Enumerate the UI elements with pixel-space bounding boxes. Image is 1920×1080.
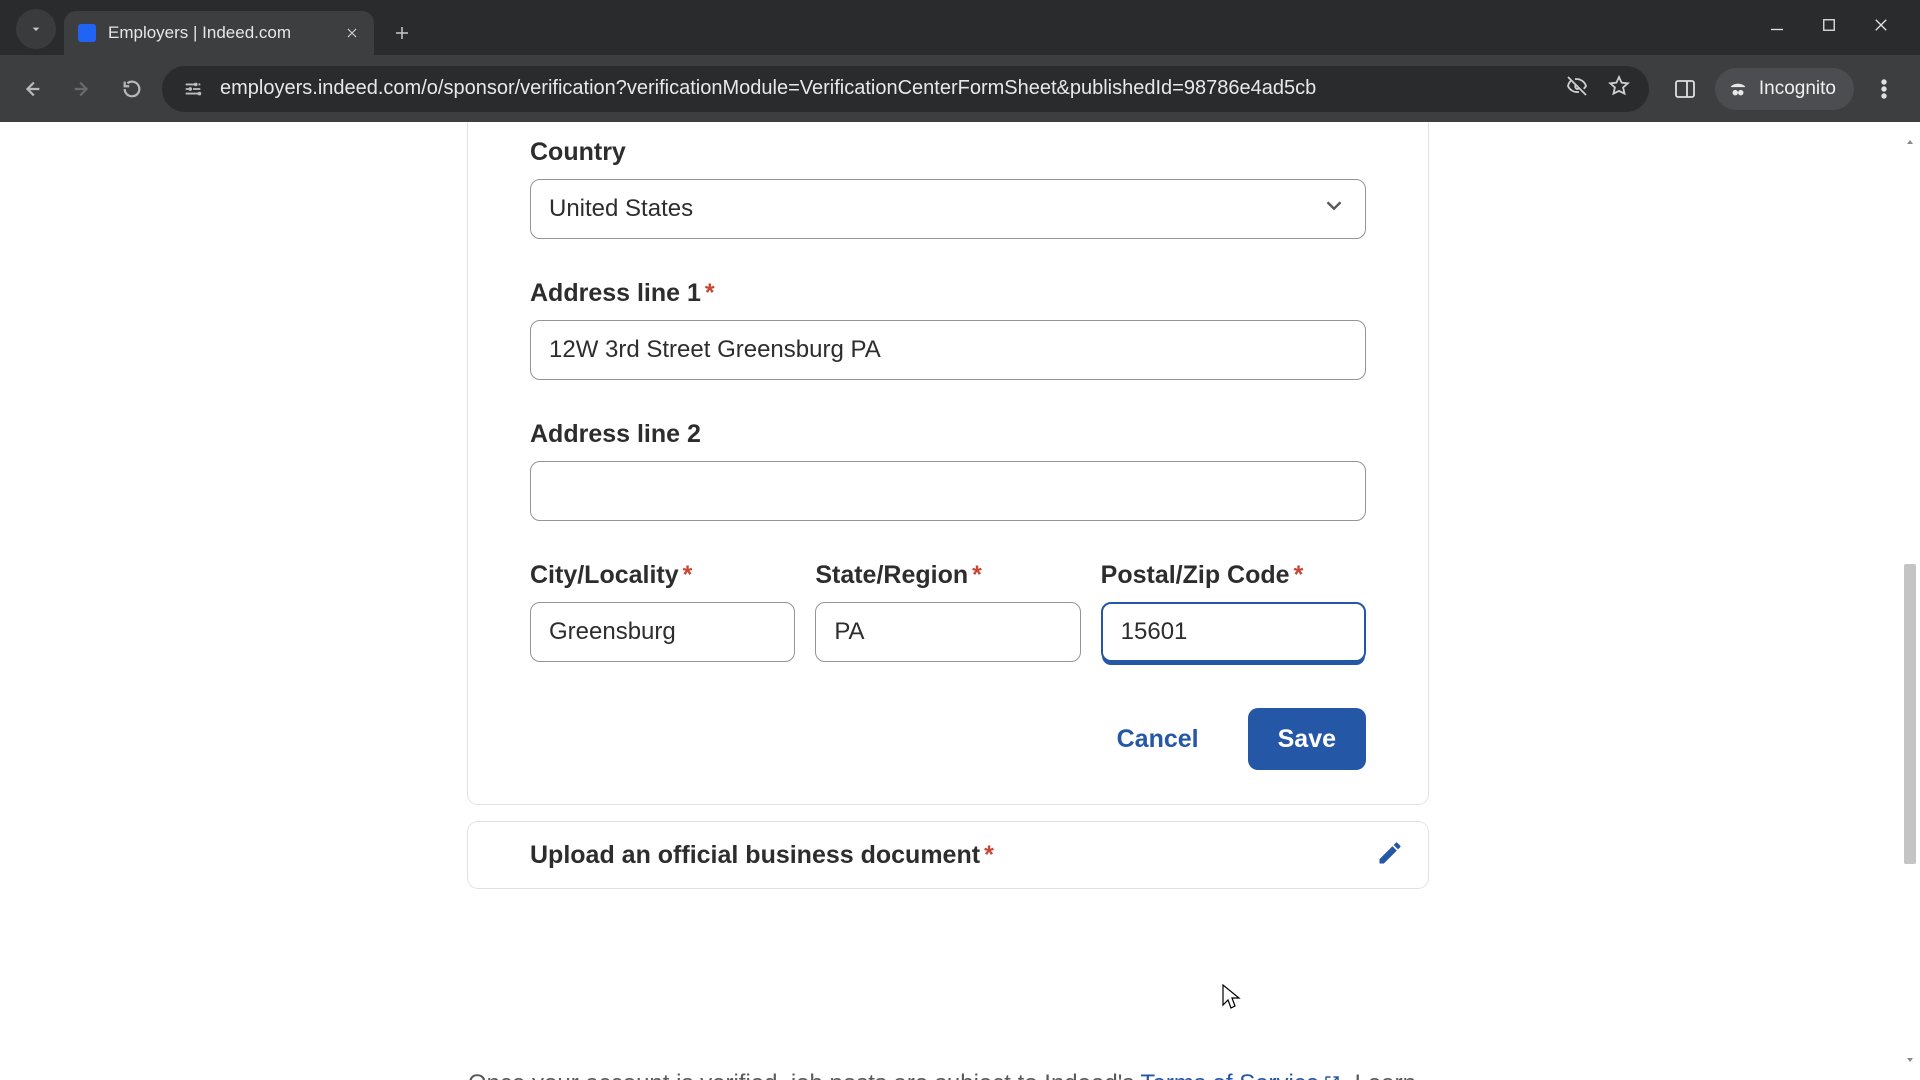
incognito-indicator[interactable]: Incognito	[1715, 68, 1854, 110]
incognito-label: Incognito	[1759, 78, 1836, 100]
address1-input-wrap	[530, 320, 1366, 380]
state-label: State/Region*	[815, 561, 1080, 590]
address2-input[interactable]	[549, 462, 1347, 520]
form-actions: Cancel Save	[530, 708, 1366, 770]
city-input-wrap	[530, 602, 795, 662]
favicon-icon	[78, 24, 96, 42]
country-field: Country United States	[530, 138, 1366, 239]
back-button[interactable]	[12, 69, 52, 109]
arrow-left-icon	[21, 78, 43, 100]
country-label: Country	[530, 138, 1366, 167]
address1-field: Address line 1*	[530, 279, 1366, 380]
scroll-up-icon[interactable]	[1902, 134, 1918, 150]
bookmark-button[interactable]	[1607, 74, 1631, 104]
reload-button[interactable]	[112, 69, 152, 109]
address2-input-wrap	[530, 461, 1366, 521]
reload-icon	[121, 78, 143, 100]
address2-label: Address line 2	[530, 420, 1366, 449]
chevron-down-icon	[28, 21, 44, 37]
browser-menu-button[interactable]	[1866, 71, 1902, 107]
postal-input-wrap	[1101, 602, 1366, 662]
tab-close-button[interactable]	[344, 25, 360, 41]
toolbar: employers.indeed.com/o/sponsor/verificat…	[0, 55, 1920, 122]
cancel-button[interactable]: Cancel	[1086, 708, 1230, 770]
tune-icon	[182, 78, 204, 100]
star-icon	[1607, 74, 1631, 98]
arrow-right-icon	[71, 78, 93, 100]
page-viewport: Country United States Address line 1* Ad…	[0, 122, 1920, 1080]
save-button[interactable]: Save	[1248, 708, 1366, 770]
kebab-icon	[1872, 77, 1896, 101]
external-link-icon	[1319, 1070, 1341, 1080]
postal-label: Postal/Zip Code*	[1101, 561, 1366, 590]
city-state-zip-row: City/Locality* State/Region* Postal/Zip …	[530, 561, 1366, 662]
eye-off-icon[interactable]	[1565, 74, 1589, 104]
window-controls	[1768, 0, 1920, 55]
state-input-wrap	[815, 602, 1080, 662]
browser-tab[interactable]: Employers | Indeed.com	[64, 11, 374, 55]
city-input[interactable]	[549, 603, 776, 661]
site-settings-button[interactable]	[180, 76, 206, 102]
address2-field: Address line 2	[530, 420, 1366, 521]
tab-title: Employers | Indeed.com	[108, 23, 332, 43]
postal-input[interactable]	[1121, 604, 1346, 660]
address-form-card: Country United States Address line 1* Ad…	[468, 122, 1428, 888]
address1-input[interactable]	[549, 321, 1347, 379]
required-marker: *	[705, 279, 715, 307]
state-input[interactable]	[834, 603, 1061, 661]
country-select[interactable]: United States	[530, 179, 1366, 239]
url-text: employers.indeed.com/o/sponsor/verificat…	[220, 77, 1551, 100]
side-panel-button[interactable]	[1667, 71, 1703, 107]
plus-icon	[393, 24, 411, 42]
scrollbar-thumb[interactable]	[1904, 564, 1916, 864]
address1-label: Address line 1*	[530, 279, 1366, 308]
tabstrip: Employers | Indeed.com	[0, 0, 1920, 55]
terms-of-service-link[interactable]: Terms of Service	[1141, 1070, 1342, 1080]
window-close-button[interactable]	[1872, 16, 1890, 39]
panel-icon	[1673, 77, 1697, 101]
postal-field: Postal/Zip Code*	[1101, 561, 1366, 662]
upload-document-card[interactable]: Upload an official business document*	[468, 822, 1428, 888]
state-field: State/Region*	[815, 561, 1080, 662]
new-tab-button[interactable]	[384, 15, 420, 51]
browser-chrome: Employers | Indeed.com employers.	[0, 0, 1920, 122]
address-form: Country United States Address line 1* Ad…	[468, 122, 1428, 804]
pencil-icon[interactable]	[1376, 839, 1404, 872]
upload-title: Upload an official business document*	[530, 841, 994, 870]
window-minimize-button[interactable]	[1768, 16, 1786, 39]
mouse-cursor	[1222, 984, 1242, 1012]
window-maximize-button[interactable]	[1820, 16, 1838, 39]
city-field: City/Locality*	[530, 561, 795, 662]
toolbar-right: Incognito	[1659, 68, 1908, 110]
incognito-icon	[1727, 78, 1749, 100]
tab-search-button[interactable]	[16, 9, 56, 49]
city-label: City/Locality*	[530, 561, 795, 590]
forward-button[interactable]	[62, 69, 102, 109]
close-icon	[345, 26, 359, 40]
vertical-scrollbar[interactable]	[1902, 134, 1918, 1068]
footer-text: Once your account is verified, job posts…	[468, 1067, 1428, 1080]
country-value: United States	[549, 195, 693, 223]
scroll-down-icon[interactable]	[1902, 1052, 1918, 1068]
address-bar[interactable]: employers.indeed.com/o/sponsor/verificat…	[162, 66, 1649, 112]
chevron-down-icon	[1321, 193, 1347, 226]
